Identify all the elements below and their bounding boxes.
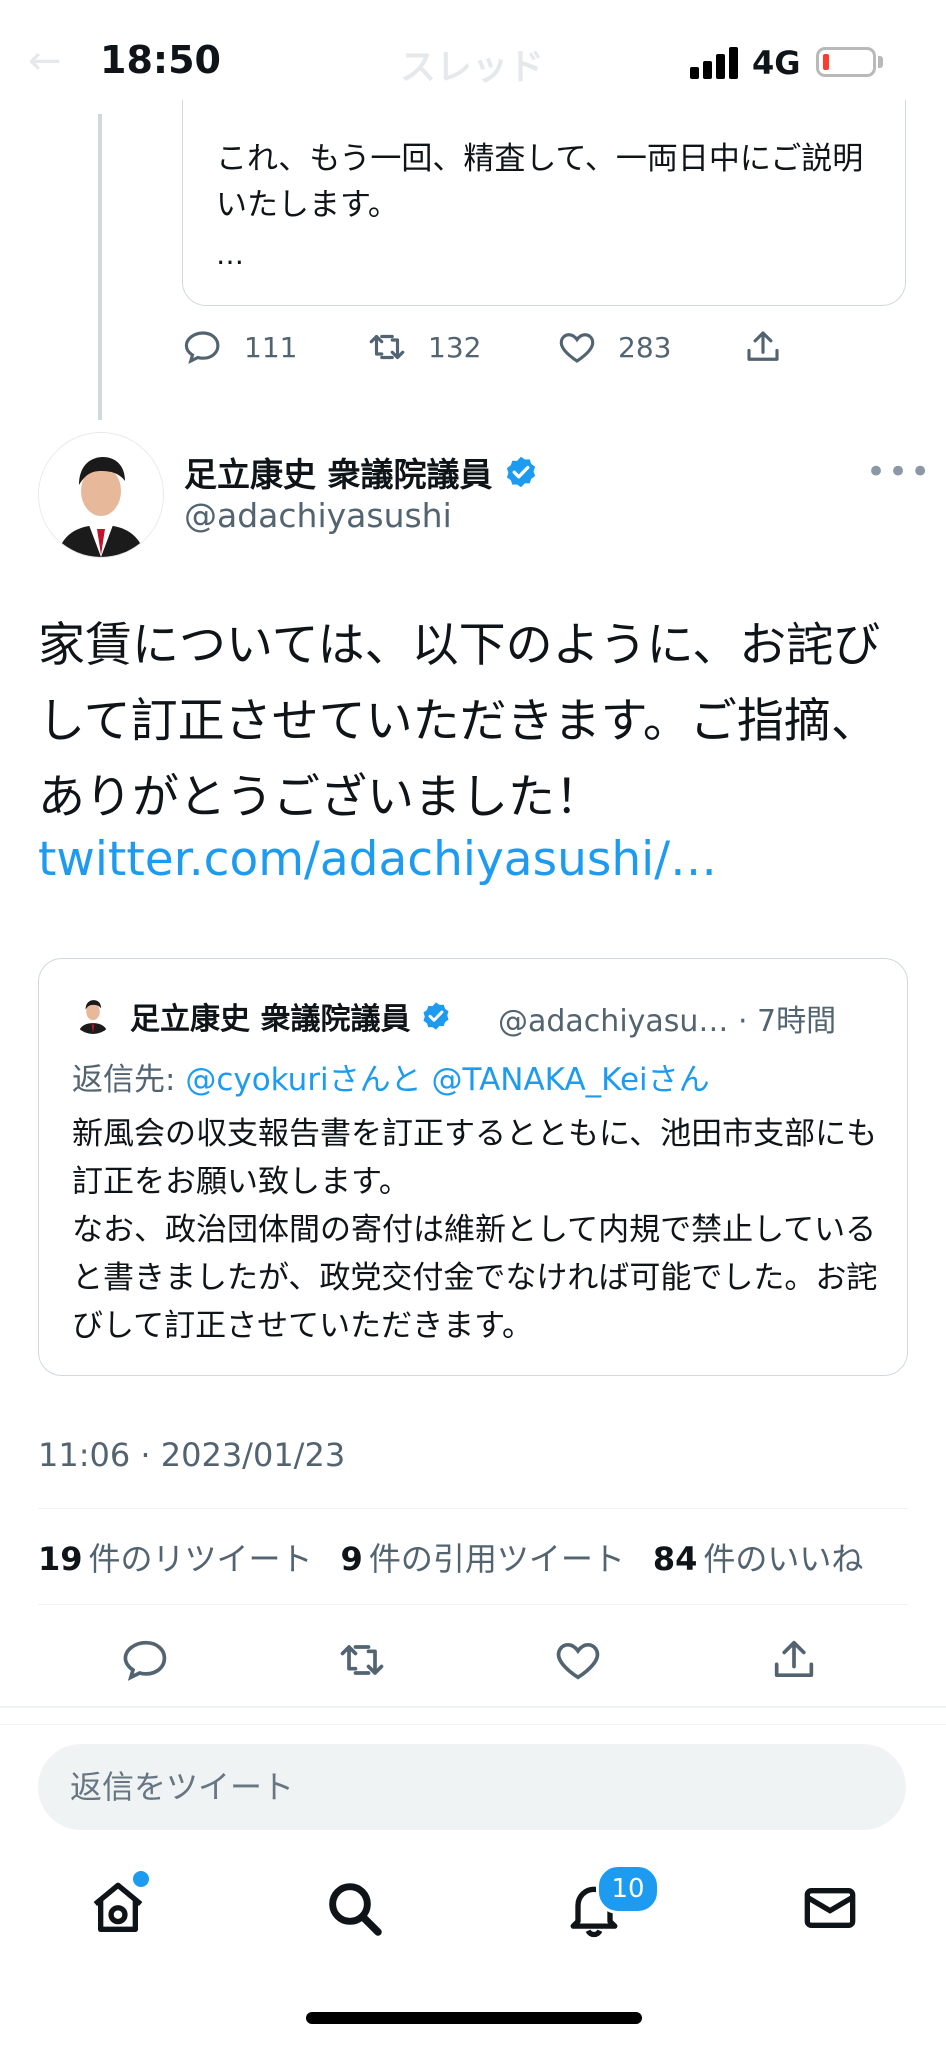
quoted-avatar — [72, 992, 114, 1034]
divider — [38, 1508, 908, 1509]
reply-button[interactable] — [120, 1634, 172, 1686]
status-time: 18:50 — [100, 38, 221, 82]
previous-tweet-text: これ、もう一回、精査して、一両日中にご説明いたします。 — [216, 141, 864, 223]
retweet-icon — [340, 1645, 384, 1675]
quoted-reply-to: 返信先: @cyokuriさんと @TANAKA_Keiさん — [72, 1054, 710, 1099]
retweet-icon — [369, 334, 405, 360]
back-arrow-icon[interactable]: ← — [28, 38, 62, 84]
verified-badge-icon — [423, 1002, 449, 1030]
header-title: スレッド — [400, 47, 545, 88]
retweets-label: 件のリツイート — [88, 1540, 313, 1578]
author-handle[interactable]: @adachiyasushi — [184, 496, 452, 535]
share-button[interactable] — [768, 1634, 820, 1686]
author-name-row[interactable]: 足立康史 衆議院議員 — [184, 448, 539, 496]
tweet-stats: 19 件のリツイート 9 件の引用ツイート 84 件のいいね — [38, 1534, 863, 1580]
share-icon — [747, 331, 779, 361]
quotes-stat[interactable]: 9 件の引用ツイート — [341, 1534, 625, 1580]
quoted-author-name-row: 足立康史 衆議院議員 — [130, 994, 452, 1038]
reply-to-connector: さんと — [328, 1062, 432, 1098]
quotes-count: 9 — [340, 1540, 363, 1578]
quotes-label: 件の引用ツイート — [368, 1540, 625, 1578]
reply-input[interactable] — [38, 1744, 906, 1830]
previous-tweet-ellipsis: … — [216, 238, 244, 271]
like-button[interactable]: 283 — [556, 326, 671, 368]
like-button[interactable] — [552, 1634, 604, 1686]
tweet-link[interactable]: twitter.com/adachiyasushi/… — [38, 832, 717, 887]
reply-to-prefix: 返信先: — [72, 1062, 186, 1098]
share-icon — [774, 1640, 814, 1678]
notifications-badge: 10 — [596, 1864, 660, 1914]
share-button[interactable] — [742, 326, 784, 368]
like-icon — [559, 333, 595, 363]
battery-nub — [878, 56, 883, 68]
search-icon — [329, 1883, 382, 1936]
quoted-author-display-name: 足立康史 衆議院議員 — [130, 1002, 411, 1037]
home-indicator — [306, 2012, 642, 2024]
home-unread-dot — [130, 1868, 152, 1890]
reply-count: 111 — [244, 330, 298, 364]
likes-count: 84 — [652, 1540, 698, 1578]
messages-icon — [804, 1888, 856, 1928]
more-icon[interactable]: ••• — [866, 452, 932, 492]
divider — [0, 1724, 946, 1725]
author-display-name: 足立康史 衆議院議員 — [184, 455, 493, 494]
quoted-author-handle: @adachiyasu… — [498, 1004, 729, 1039]
reply-to-user-link[interactable]: @TANAKA_Kei — [432, 1062, 648, 1098]
reply-icon — [184, 331, 220, 364]
quoted-tweet-text: 新風会の収支報告書を訂正するとともに、池田市支部にも訂正をお願い致します。 なお… — [72, 1116, 878, 1344]
like-count: 283 — [618, 330, 672, 364]
divider — [0, 1706, 946, 1708]
tab-search[interactable] — [322, 1876, 386, 1940]
quoted-tweet-time: · 7時間 — [737, 1004, 837, 1039]
tweet-timestamp: 11:06 · 2023/01/23 — [38, 1436, 346, 1474]
likes-stat[interactable]: 84 件のいいね — [653, 1534, 864, 1580]
battery-icon — [816, 47, 876, 77]
reply-to-user-link[interactable]: @cyokuri — [185, 1062, 328, 1098]
reply-button[interactable]: 111 — [182, 326, 297, 368]
cellular-signal-icon — [690, 47, 738, 79]
like-icon — [556, 1642, 600, 1680]
retweet-button[interactable]: 132 — [366, 326, 481, 368]
retweet-count: 132 — [428, 330, 482, 364]
retweets-stat[interactable]: 19 件のリツイート — [38, 1534, 313, 1580]
network-type: 4G — [752, 44, 801, 82]
thread-connector-line — [98, 114, 102, 420]
quoted-author-handle-time: @adachiyasu… · 7時間 — [498, 996, 836, 1040]
reply-to-suffix: さん — [647, 1062, 710, 1098]
tab-messages[interactable] — [798, 1876, 862, 1940]
retweet-button[interactable] — [336, 1634, 388, 1686]
verified-badge-icon — [506, 456, 535, 488]
tweet-text: 家賃については、以下のように、お詫びして訂正させていただきます。ご指摘、ありがと… — [38, 618, 881, 825]
avatar[interactable] — [38, 432, 164, 558]
likes-label: 件のいいね — [703, 1540, 864, 1578]
divider — [38, 1604, 908, 1605]
retweets-count: 19 — [38, 1540, 83, 1578]
reply-icon — [123, 1640, 167, 1681]
